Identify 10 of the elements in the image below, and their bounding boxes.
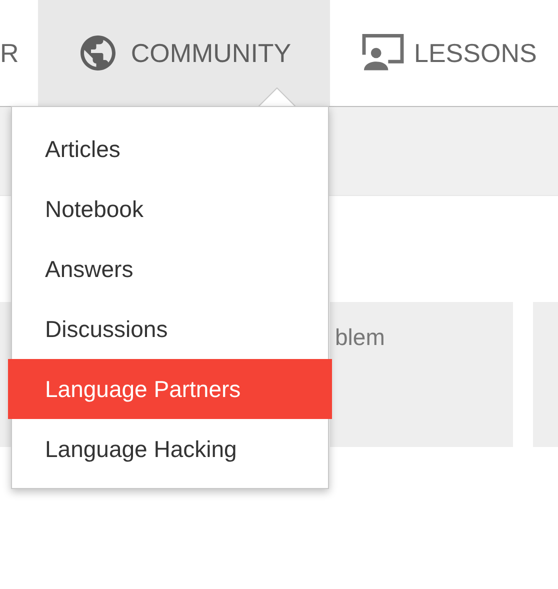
menu-item[interactable]: Answers — [12, 239, 328, 299]
nav-tab[interactable]: R — [0, 0, 38, 106]
nav-tab[interactable]: COMMUNITY — [38, 0, 330, 106]
menu-item[interactable]: Language Hacking — [12, 419, 328, 479]
card-title: blem — [335, 324, 385, 351]
menu-item[interactable]: Discussions — [12, 299, 328, 359]
presentation-icon — [360, 34, 406, 72]
menu-item[interactable]: Language Partners — [8, 359, 332, 419]
menu-item[interactable]: Notebook — [12, 179, 328, 239]
nav-tab[interactable]: LESSONS — [330, 0, 537, 106]
